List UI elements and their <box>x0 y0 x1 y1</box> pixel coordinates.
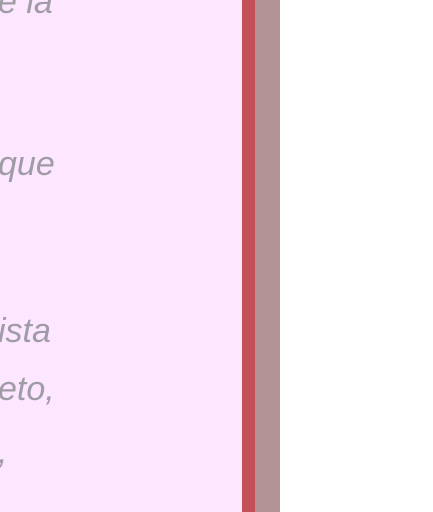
document-viewport: e la que ista eto, , <box>0 0 433 512</box>
text-line-5: , <box>0 432 7 472</box>
panel-border-accent <box>242 0 255 512</box>
text-line-2: que <box>0 145 55 183</box>
text-line-1: e la <box>0 0 53 21</box>
text-panel: e la que ista eto, , <box>0 0 242 512</box>
text-line-3: ista <box>0 312 51 350</box>
text-line-4: eto, <box>0 370 55 408</box>
panel-border-edge <box>255 0 280 512</box>
